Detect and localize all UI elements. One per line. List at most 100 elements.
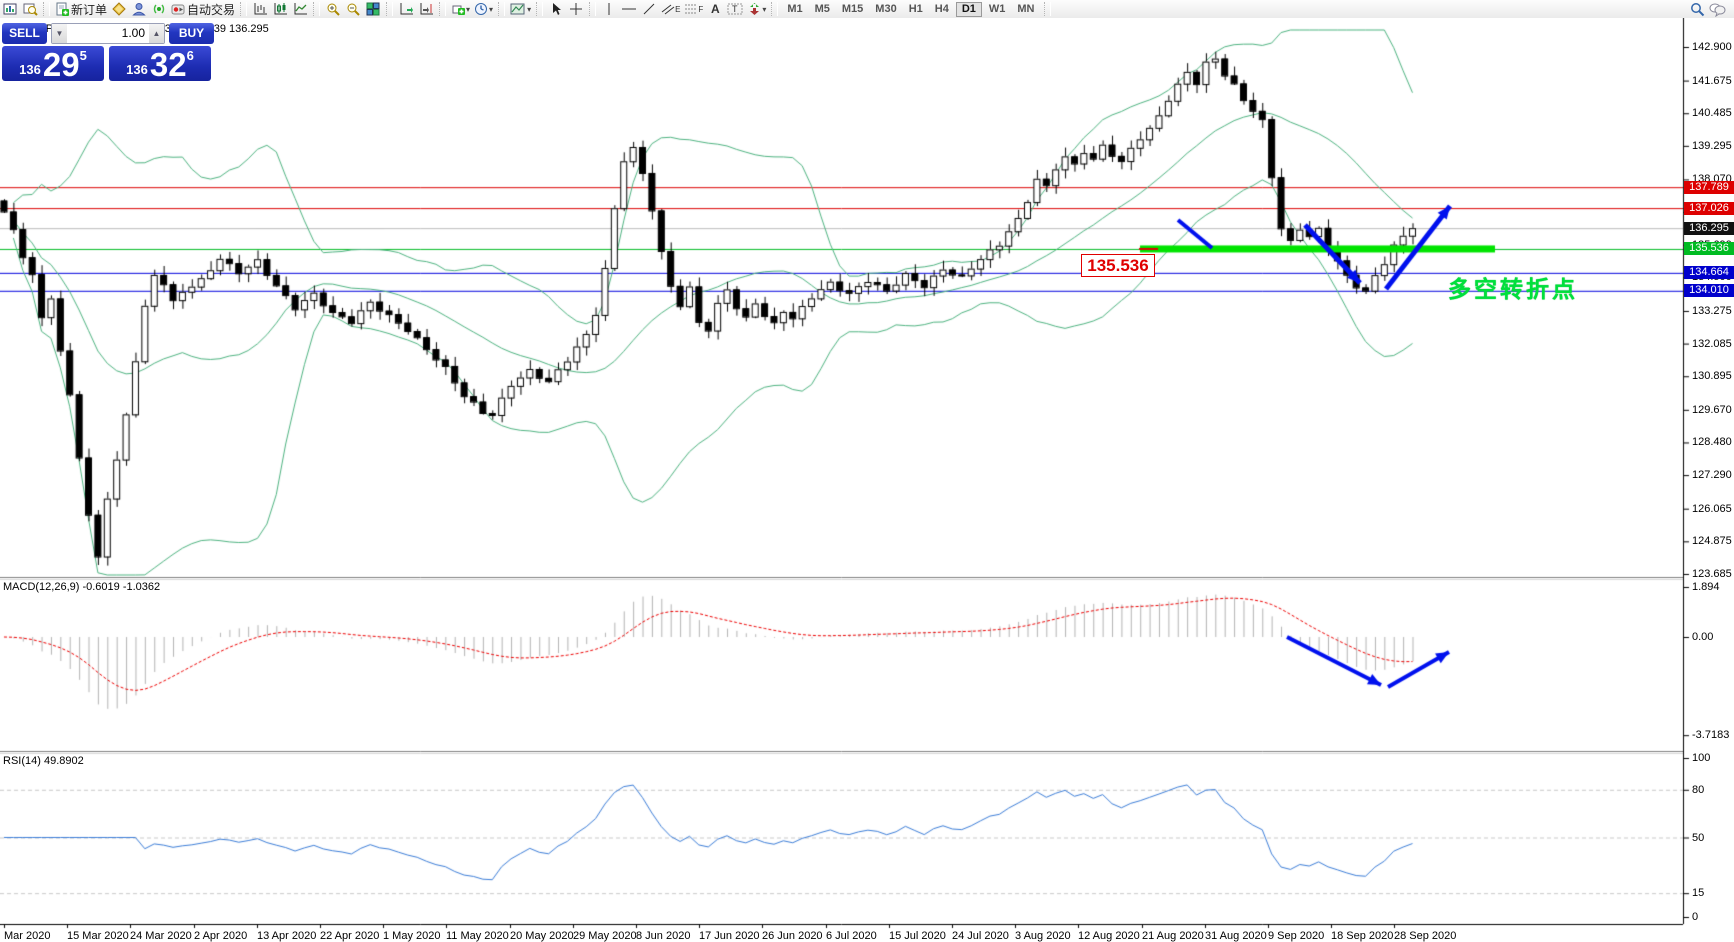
volume-input[interactable]: 1.00 [67, 24, 149, 43]
auto-scroll-icon [399, 2, 414, 16]
turning-point-annotation[interactable]: 多空转折点 [1448, 270, 1578, 304]
chart-window-button[interactable] [0, 1, 20, 17]
tile-windows-button[interactable] [363, 1, 383, 17]
sell-price-display[interactable]: 136 29 5 [2, 46, 104, 81]
buy-button[interactable]: BUY [169, 23, 214, 44]
price-tick-label: 132.085 [1692, 338, 1732, 350]
timeframe-M30[interactable]: M30 [870, 2, 901, 17]
macd-tick-label: -3.7183 [1692, 729, 1729, 741]
one-click-trade-panel: SELL ▼ 1.00 ▲ BUY 136 29 5 136 32 6 [2, 23, 214, 81]
zoom-in-button[interactable] [323, 1, 343, 17]
fibonacci-glyph: F [698, 5, 703, 14]
new-order-icon [55, 2, 69, 16]
price-tick-label: 123.685 [1692, 568, 1732, 580]
toolbar-separator [43, 2, 50, 16]
line-chart-icon [293, 2, 308, 16]
price-tick-label: 139.295 [1692, 140, 1732, 152]
volume-increase-button[interactable]: ▲ [149, 24, 164, 43]
date-tick-label: 8 Jun 2020 [636, 930, 690, 942]
buy-price-display[interactable]: 136 32 6 [109, 46, 211, 81]
price-line-badge: 134.664 [1684, 266, 1734, 279]
timeframe-M5[interactable]: M5 [810, 2, 835, 17]
support-price-callout[interactable]: 135.536 [1081, 254, 1155, 277]
candle-chart-icon [273, 2, 288, 16]
price-line-badge: 134.010 [1684, 284, 1734, 297]
line-chart-button[interactable] [290, 1, 310, 17]
channel-tool-button[interactable]: E [659, 1, 682, 17]
date-tick-label: 21 Aug 2020 [1142, 930, 1204, 942]
vertical-line-icon [604, 2, 614, 16]
search-button[interactable] [1687, 1, 1707, 17]
sell-price-prefix: 136 [19, 60, 41, 80]
expert-advisors-button[interactable] [129, 1, 149, 17]
date-tick-label: 24 Jul 2020 [952, 930, 1009, 942]
timeframe-D1[interactable]: D1 [956, 2, 982, 17]
cursor-icon [550, 2, 562, 16]
chart-labels-layer: GBPJPY-,Daily 135.987 136.375 135.039 13… [0, 18, 1734, 941]
cursor-tool-button[interactable] [546, 1, 566, 17]
toolbar-separator [439, 2, 446, 16]
text-tool-button[interactable]: A [705, 1, 725, 17]
horizontal-line-icon [621, 2, 637, 16]
new-order-button[interactable]: 新订单 [53, 1, 109, 17]
chart-shift-button[interactable] [416, 1, 436, 17]
chart-window-icon [3, 2, 17, 16]
crosshair-tool-button[interactable] [566, 1, 586, 17]
date-tick-label: 6 Jul 2020 [826, 930, 877, 942]
timeframe-M15[interactable]: M15 [837, 2, 868, 17]
date-tick-label: 1 May 2020 [383, 930, 440, 942]
periods-button[interactable]: ▾ [472, 1, 495, 17]
timeframe-H4[interactable]: H4 [930, 2, 954, 17]
timeframe-H1[interactable]: H1 [904, 2, 928, 17]
volume-stepper[interactable]: ▼ 1.00 ▲ [51, 23, 165, 44]
text-label-tool-button[interactable]: T [725, 1, 745, 17]
fibonacci-tool-button[interactable]: F [682, 1, 705, 17]
price-tick-label: 128.480 [1692, 436, 1732, 448]
chat-button[interactable] [1707, 1, 1728, 17]
toolbar-separator [240, 2, 247, 16]
date-tick-label: Mar 2020 [4, 930, 50, 942]
text-tool-glyph: A [711, 2, 720, 16]
crosshair-icon [569, 2, 583, 16]
volume-decrease-button[interactable]: ▼ [52, 24, 67, 43]
horizontal-line-tool-button[interactable] [619, 1, 639, 17]
channel-icon [661, 3, 675, 15]
date-tick-label: 15 Jul 2020 [889, 930, 946, 942]
bar-chart-button[interactable] [250, 1, 270, 17]
profiles-button[interactable] [20, 1, 40, 17]
scripts-button[interactable] [109, 1, 129, 17]
sell-price-sup: 5 [80, 48, 87, 63]
chart-area[interactable]: GBPJPY-,Daily 135.987 136.375 135.039 13… [0, 18, 1734, 941]
trendline-tool-button[interactable] [639, 1, 659, 17]
toolbar-separator [771, 2, 778, 16]
timeframe-MN[interactable]: MN [1012, 2, 1039, 17]
sell-button[interactable]: SELL [2, 23, 47, 44]
candle-chart-button[interactable] [270, 1, 290, 17]
timeframe-W1[interactable]: W1 [984, 2, 1011, 17]
price-tick-label: 133.275 [1692, 305, 1732, 317]
templates-button[interactable]: ▾ [508, 1, 533, 17]
caret-down-icon: ▾ [466, 5, 470, 14]
autotrading-button[interactable]: 自动交易 [169, 1, 237, 17]
arrows-tool-button[interactable]: ▾ [745, 1, 768, 17]
timeframe-M1[interactable]: M1 [782, 2, 807, 17]
signals-button[interactable] [149, 1, 169, 17]
date-tick-label: 12 Aug 2020 [1078, 930, 1140, 942]
caret-down-icon: ▾ [762, 5, 766, 14]
sell-price-big: 29 [43, 50, 80, 80]
rsi-indicator-label: RSI(14) 49.8902 [3, 755, 84, 767]
diamond-icon [112, 2, 126, 16]
auto-scroll-button[interactable] [396, 1, 416, 17]
toolbar-separator [536, 2, 543, 16]
date-tick-label: 28 Sep 2020 [1394, 930, 1456, 942]
buy-price-prefix: 136 [126, 60, 148, 80]
price-tick-label: 127.290 [1692, 469, 1732, 481]
zoom-out-button[interactable] [343, 1, 363, 17]
expert-person-icon [132, 2, 146, 16]
vertical-line-tool-button[interactable] [599, 1, 619, 17]
timeframe-group: M1M5M15M30H1H4D1W1MN [781, 2, 1040, 17]
add-indicator-button[interactable]: ▾ [449, 1, 472, 17]
date-tick-label: 31 Aug 2020 [1205, 930, 1267, 942]
autotrading-icon [171, 2, 185, 16]
price-line-badge: 137.789 [1684, 181, 1734, 194]
